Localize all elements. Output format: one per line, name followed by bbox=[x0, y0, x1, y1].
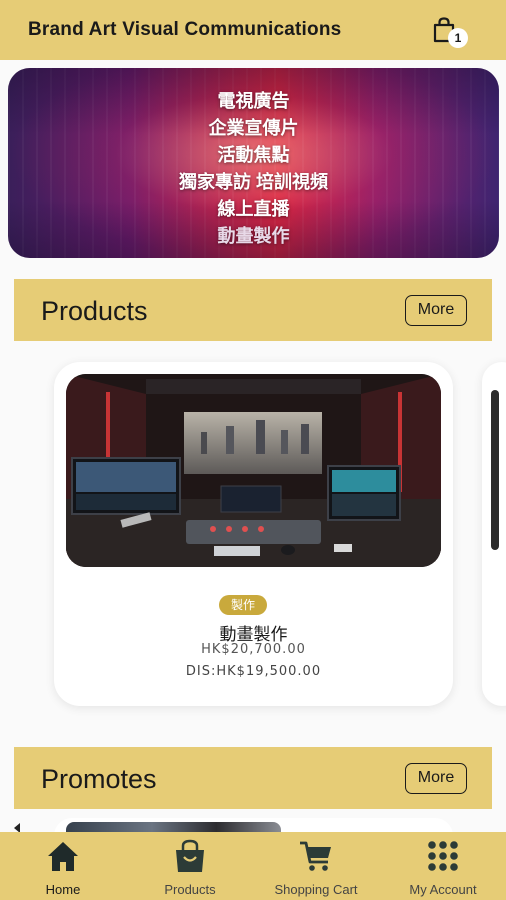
cart-icon bbox=[300, 841, 331, 871]
products-section-header: Products More bbox=[14, 279, 492, 341]
banner-line: 電視廣告 bbox=[217, 91, 290, 111]
cart-count-badge: 1 bbox=[448, 28, 468, 48]
promotes-section-header: Promotes More bbox=[14, 747, 492, 809]
banner-line: 線上直播 bbox=[217, 199, 290, 219]
product-tag-badge: 製作 bbox=[219, 595, 267, 615]
nav-label: My Account bbox=[409, 882, 477, 897]
shopping-bag-icon bbox=[176, 839, 204, 872]
banner-line: 動畫製作 bbox=[217, 226, 290, 246]
grid-icon bbox=[428, 841, 458, 871]
nav-item-products[interactable]: Products bbox=[127, 832, 253, 900]
banner-line: 企業宣傳片 bbox=[208, 118, 299, 138]
promotes-section-title: Promotes bbox=[41, 764, 157, 794]
product-price: HK$20,700.00 bbox=[201, 642, 306, 657]
nav-label: Home bbox=[45, 882, 81, 897]
cart-button[interactable]: 1 bbox=[430, 16, 470, 50]
banner-text: 電視廣告 企業宣傳片 活動焦點 獨家專訪 培訓視頻 線上直播 動畫製作 bbox=[8, 88, 499, 250]
products-more-button[interactable]: More bbox=[405, 295, 467, 326]
nav-label: Products bbox=[164, 882, 216, 897]
product-card[interactable]: 製作 動畫製作 HK$20,700.00 DIS:HK$19,500.00 bbox=[54, 362, 453, 706]
app-title: Brand Art Visual Communications bbox=[28, 19, 342, 40]
banner-line: 獨家專訪 培訓視頻 bbox=[178, 172, 328, 192]
product-discount-price: DIS:HK$19,500.00 bbox=[185, 664, 322, 679]
product-image bbox=[66, 374, 441, 567]
next-product-card-peek[interactable] bbox=[482, 362, 506, 706]
banner-line: 活動焦點 bbox=[217, 145, 290, 165]
nav-item-home[interactable]: Home bbox=[0, 832, 126, 900]
hero-banner[interactable]: 電視廣告 企業宣傳片 活動焦點 獨家專訪 培訓視頻 線上直播 動畫製作 bbox=[8, 68, 499, 258]
bottom-navigation: Home Products Shopping Cart My Account bbox=[0, 832, 506, 900]
products-section-title: Products bbox=[41, 296, 148, 326]
nav-label: Shopping Cart bbox=[274, 882, 358, 897]
nav-item-my-account[interactable]: My Account bbox=[380, 832, 506, 900]
nav-item-shopping-cart[interactable]: Shopping Cart bbox=[253, 832, 379, 900]
app-header: Brand Art Visual Communications 1 bbox=[0, 0, 506, 60]
home-icon bbox=[48, 842, 78, 871]
promotes-more-button[interactable]: More bbox=[405, 763, 467, 794]
